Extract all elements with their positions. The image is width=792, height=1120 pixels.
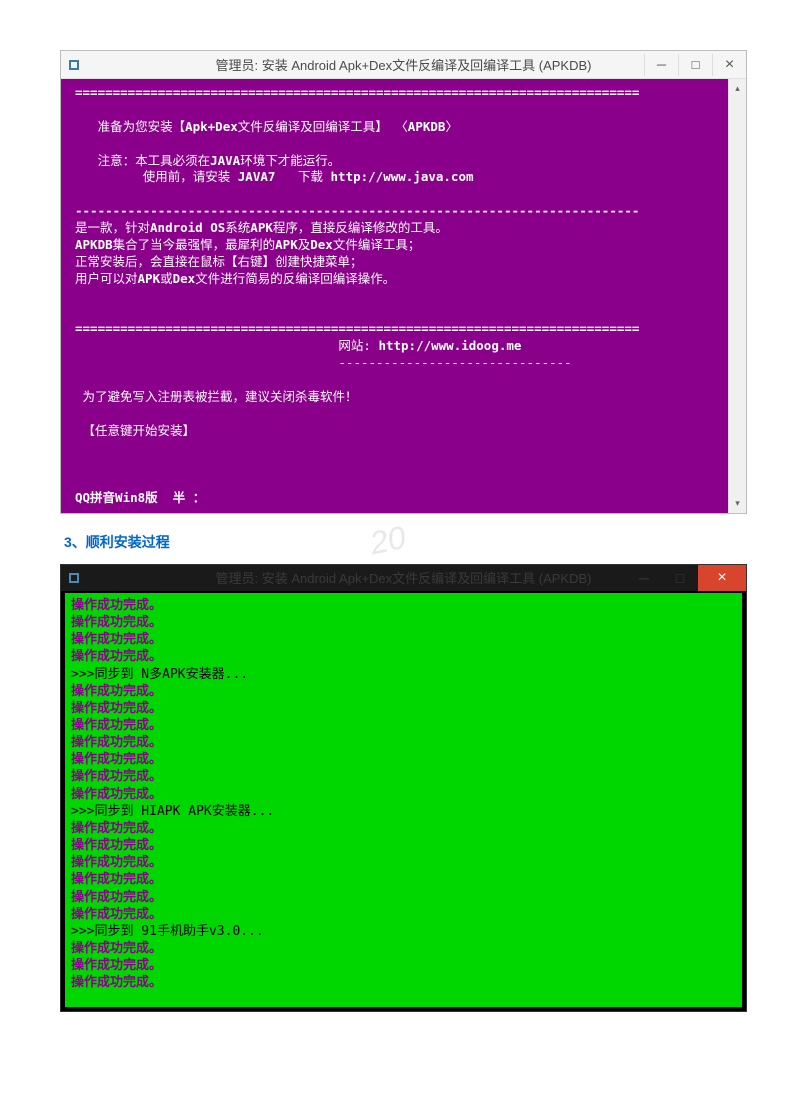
text: 使用前，请安装 xyxy=(75,169,238,184)
text: 注意：本工具必须在 xyxy=(75,153,210,168)
ok-line: 操作成功完成。 xyxy=(71,718,162,733)
text: JAVA7 xyxy=(238,169,276,184)
warning-text: 为了避免写入注册表被拦截，建议关闭杀毒软件！ xyxy=(75,389,358,404)
ok-line: 操作成功完成。 xyxy=(71,975,162,990)
scrollbar[interactable]: ▴ ▾ xyxy=(728,79,746,513)
text: APK xyxy=(250,220,273,235)
titlebar-2[interactable]: 管理员: 安装 Android Apk+Dex文件反编译及回编译工具 (APKD… xyxy=(61,565,746,591)
console-window-1: 管理员: 安装 Android Apk+Dex文件反编译及回编译工具 (APKD… xyxy=(60,50,747,514)
console-window-2: 管理员: 安装 Android Apk+Dex文件反编译及回编译工具 (APKD… xyxy=(60,564,747,1012)
ok-line: 操作成功完成。 xyxy=(71,907,162,922)
text: 集合了当今最强悍，最犀利的 xyxy=(113,237,276,252)
text: 程序，直接反编译修改的工具。 xyxy=(273,220,448,235)
minimize-button[interactable]: ─ xyxy=(644,54,678,76)
text: 环境下才能运行。 xyxy=(240,153,340,168)
text: APKDB xyxy=(408,119,446,134)
sync-line: >>>同步到 HIAPK APK安装器... xyxy=(71,804,274,819)
console-output-1: ========================================… xyxy=(61,79,728,513)
ok-line: 操作成功完成。 xyxy=(71,649,162,664)
console-output-2: 操作成功完成。 操作成功完成。 操作成功完成。 操作成功完成。 >>>同步到 N… xyxy=(61,591,746,1011)
ok-line: 操作成功完成。 xyxy=(71,787,162,802)
url-java: http://www.java.com xyxy=(331,169,474,184)
scroll-down-button[interactable]: ▾ xyxy=(729,495,746,513)
text: Android OS xyxy=(150,220,225,235)
text: 〉 xyxy=(445,119,458,134)
text: 或 xyxy=(160,271,173,286)
ok-line: 操作成功完成。 xyxy=(71,890,162,905)
text: APK xyxy=(138,271,161,286)
maximize-button[interactable]: □ xyxy=(662,565,698,591)
section-heading: 3、顺利安装过程 xyxy=(64,532,747,552)
url-site: http://www.idoog.me xyxy=(378,338,521,353)
maximize-button[interactable]: □ xyxy=(678,54,712,76)
separator: ------------------------------- xyxy=(75,355,572,370)
text: 是一款，针对 xyxy=(75,220,150,235)
separator: ----------------------------------------… xyxy=(75,203,639,218)
sync-line: >>>同步到 N多APK安装器... xyxy=(71,667,248,682)
ok-line: 操作成功完成。 xyxy=(71,615,162,630)
ok-line: 操作成功完成。 xyxy=(71,598,162,613)
text: 文件反编译及回编译工具】 〈 xyxy=(238,119,408,134)
app-icon xyxy=(69,60,79,70)
text: 正常安装后，会直接在鼠标【右键】创建快捷菜单； xyxy=(75,254,363,269)
ok-line: 操作成功完成。 xyxy=(71,701,162,716)
ok-line: 操作成功完成。 xyxy=(71,872,162,887)
text: 系统 xyxy=(225,220,250,235)
ok-line: 操作成功完成。 xyxy=(71,752,162,767)
close-button[interactable]: × xyxy=(698,565,746,591)
text: 下载 xyxy=(275,169,330,184)
press-key-prompt: 【任意键开始安装】 xyxy=(75,423,195,438)
ok-line: 操作成功完成。 xyxy=(71,769,162,784)
text: Dex xyxy=(173,271,196,286)
text: 用户可以对 xyxy=(75,271,138,286)
ok-line: 操作成功完成。 xyxy=(71,821,162,836)
text: 网站: xyxy=(75,338,378,353)
text: 文件编译工具； xyxy=(333,237,421,252)
separator: ========================================… xyxy=(75,85,639,100)
ok-line: 操作成功完成。 xyxy=(71,855,162,870)
close-button[interactable]: × xyxy=(712,54,746,76)
text: APKDB xyxy=(75,237,113,252)
separator: ========================================… xyxy=(75,321,639,336)
ok-line: 操作成功完成。 xyxy=(71,838,162,853)
titlebar-1[interactable]: 管理员: 安装 Android Apk+Dex文件反编译及回编译工具 (APKD… xyxy=(61,51,746,79)
text: Apk+Dex xyxy=(185,119,238,134)
text: Dex xyxy=(310,237,333,252)
minimize-button[interactable]: ─ xyxy=(626,565,662,591)
scroll-up-button[interactable]: ▴ xyxy=(729,79,746,97)
text: 文件进行简易的反编译回编译操作。 xyxy=(195,271,395,286)
text: JAVA xyxy=(210,153,240,168)
text: 及 xyxy=(298,237,311,252)
ok-line: 操作成功完成。 xyxy=(71,632,162,647)
ok-line: 操作成功完成。 xyxy=(71,941,162,956)
app-icon xyxy=(69,573,79,583)
ok-line: 操作成功完成。 xyxy=(71,684,162,699)
ok-line: 操作成功完成。 xyxy=(71,958,162,973)
text: APK xyxy=(275,237,298,252)
sync-line: >>>同步到 91手机助手v3.0... xyxy=(71,924,264,939)
ok-line: 操作成功完成。 xyxy=(71,735,162,750)
ime-status: QQ拼音Win8版 半 ： xyxy=(75,490,205,505)
text: 准备为您安装【 xyxy=(75,119,185,134)
